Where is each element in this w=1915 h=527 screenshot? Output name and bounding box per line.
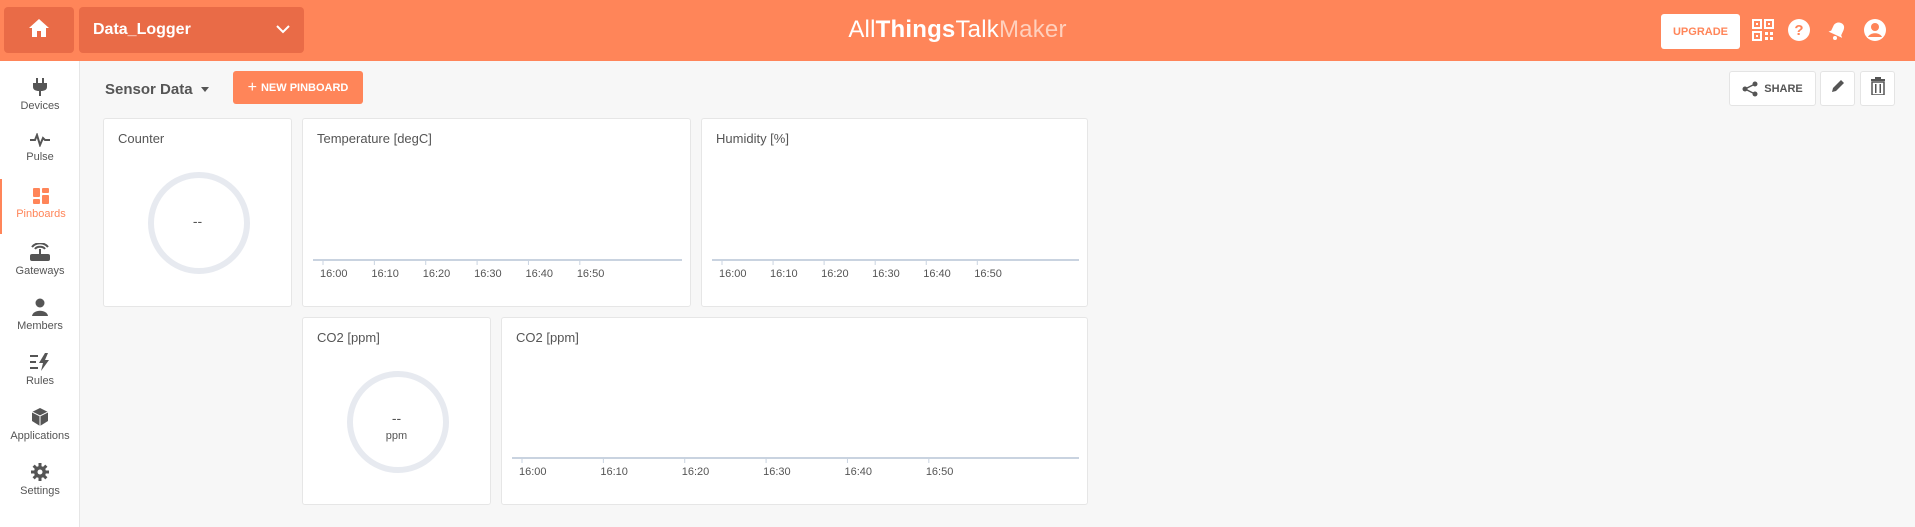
sidebar-item-label: Pinboards: [16, 208, 66, 220]
x-tick-label: 16:20: [821, 268, 849, 280]
help-icon[interactable]: ?: [1786, 17, 1812, 43]
x-tick-label: 16:50: [926, 466, 954, 478]
x-tick-label: 16:50: [577, 268, 605, 280]
gateway-icon: [29, 243, 51, 261]
svg-text:?: ?: [1794, 22, 1803, 39]
x-tick-label: 16:10: [371, 268, 399, 280]
chevron-down-icon: [276, 21, 290, 39]
device-name: Data_Logger: [93, 21, 191, 38]
temperature-chart-widget: Temperature [degC] 16:00 16:10 16:20 16:30 1…: [302, 118, 691, 307]
co2-chart-widget: CO2 [ppm] 16:00 16:10 16:20 16:30 16:40 16:50: [501, 317, 1088, 505]
sidebar-item-pinboards[interactable]: Pinboards: [0, 179, 80, 234]
pinboard-name: Sensor Data: [105, 81, 193, 98]
top-bar: Data_Logger AllThingsTalkMaker UPGRADE ?: [0, 0, 1915, 61]
gear-icon: [31, 463, 49, 481]
edit-button[interactable]: [1820, 71, 1855, 106]
new-pinboard-button[interactable]: + NEW PINBOARD: [233, 71, 363, 104]
x-tick-label: 16:10: [770, 268, 798, 280]
sidebar-item-label: Rules: [25, 375, 55, 387]
x-tick-label: 16:30: [763, 466, 791, 478]
sidebar-item-rules[interactable]: Rules: [0, 344, 80, 399]
x-tick-label: 16:00: [519, 466, 547, 478]
x-tick-label: 16:40: [923, 268, 951, 280]
sidebar-item-devices[interactable]: Devices: [0, 69, 80, 124]
share-button[interactable]: SHARE: [1729, 71, 1816, 106]
humidity-chart-widget: Humidity [%] 16:00 16:10 16:20 16:30 16:40 16…: [701, 118, 1088, 307]
sidebar-item-label: Gateways: [15, 265, 65, 277]
pulse-icon: [30, 133, 50, 147]
x-tick-label: 16:30: [474, 268, 502, 280]
plus-icon: +: [247, 78, 257, 96]
home-button[interactable]: [4, 7, 74, 53]
sidebar-item-label: Members: [17, 320, 63, 332]
x-tick-label: 16:40: [844, 466, 872, 478]
home-icon: [28, 18, 50, 43]
sidebar-item-members[interactable]: Members: [0, 289, 80, 344]
sidebar-item-pulse[interactable]: Pulse: [0, 124, 80, 179]
plug-icon: [32, 78, 48, 96]
sidebar-item-label: Settings: [20, 485, 60, 497]
gauge-value: --: [192, 213, 203, 229]
gauge-unit: ppm: [385, 430, 408, 442]
trash-icon: [1870, 77, 1886, 100]
cube-icon: [32, 408, 48, 426]
pinboards-icon: [33, 188, 49, 204]
device-selector[interactable]: Data_Logger: [79, 7, 304, 53]
co2-chart: 16:00 16:10 16:20 16:30 16:40 16:50: [512, 457, 1079, 478]
notification-bell-icon[interactable]: [1824, 17, 1850, 43]
co2-gauge-widget: CO2 [ppm] -- ppm: [302, 317, 491, 505]
share-icon: [1742, 81, 1758, 96]
x-tick-label: 16:30: [872, 268, 900, 280]
rules-icon: [30, 353, 50, 371]
x-tick-label: 16:00: [320, 268, 348, 280]
x-tick-label: 16:50: [974, 268, 1002, 280]
caret-down-icon: [200, 87, 209, 92]
sidebar-item-label: Pulse: [26, 151, 54, 163]
sidebar: Devices Pulse Pinboards Gateways Members…: [0, 61, 80, 527]
delete-button[interactable]: [1860, 71, 1895, 106]
qr-code-icon[interactable]: [1750, 17, 1776, 43]
widget-title: Counter: [118, 131, 165, 146]
upgrade-button[interactable]: UPGRADE: [1661, 14, 1740, 49]
person-icon: [32, 298, 48, 316]
humidity-chart: 16:00 16:10 16:20 16:30 16:40 16:50: [712, 259, 1079, 280]
sidebar-item-settings[interactable]: Settings: [0, 454, 80, 509]
x-tick-label: 16:00: [719, 268, 747, 280]
account-icon[interactable]: [1862, 17, 1888, 43]
pencil-icon: [1830, 78, 1846, 99]
sidebar-item-gateways[interactable]: Gateways: [0, 234, 80, 289]
widget-title: CO2 [ppm]: [317, 330, 380, 345]
temperature-chart: 16:00 16:10 16:20 16:30 16:40 16:50: [313, 259, 682, 280]
pinboard-selector[interactable]: Sensor Data: [105, 81, 209, 98]
x-tick-label: 16:20: [423, 268, 451, 280]
sidebar-item-applications[interactable]: Applications: [0, 399, 80, 454]
x-tick-label: 16:10: [600, 466, 628, 478]
x-tick-label: 16:40: [525, 268, 553, 280]
counter-widget: Counter --: [103, 118, 292, 307]
sidebar-item-label: Applications: [10, 430, 70, 442]
gauge-value: --: [391, 410, 402, 426]
sidebar-item-label: Devices: [20, 100, 60, 112]
x-tick-label: 16:20: [682, 466, 710, 478]
